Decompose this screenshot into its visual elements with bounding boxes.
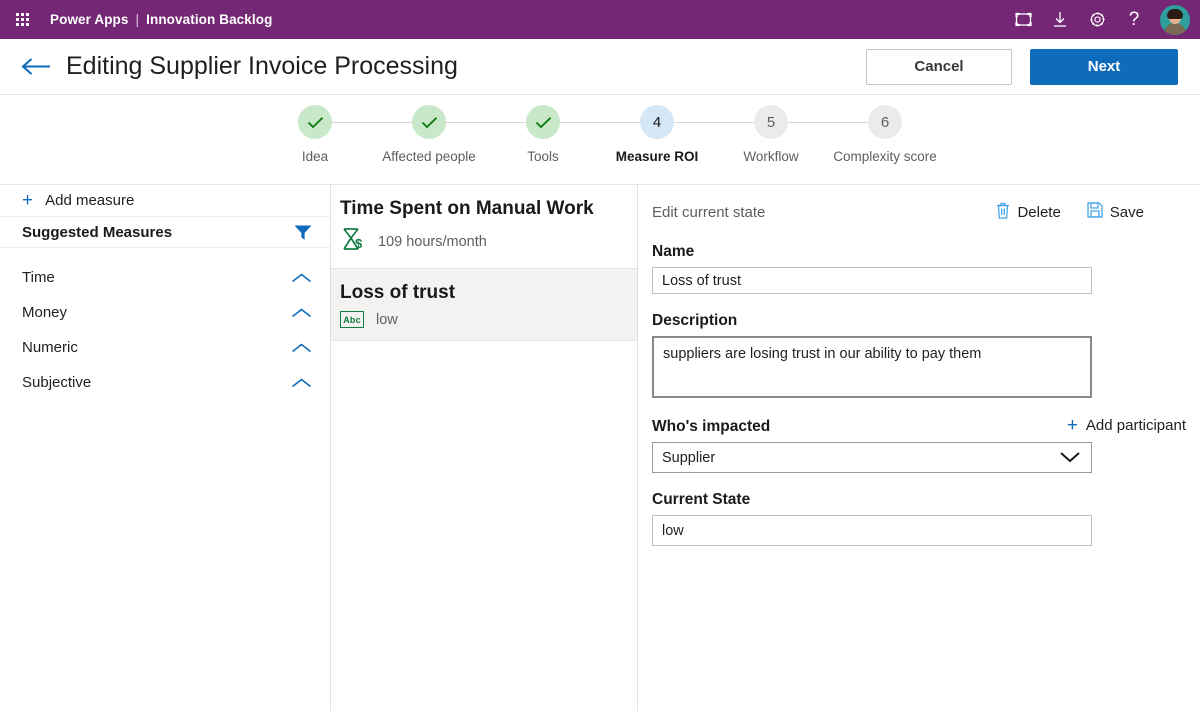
gear-icon[interactable]	[1080, 4, 1114, 36]
impacted-select[interactable]: Supplier	[652, 442, 1092, 473]
back-arrow-icon[interactable]	[18, 49, 54, 85]
step-label-measure-roi: Measure ROI	[615, 149, 699, 164]
step-circle-todo[interactable]: 6	[868, 105, 902, 139]
suite-icon-group: ?	[1006, 4, 1190, 36]
step-idea[interactable]: Idea	[258, 105, 429, 165]
trash-icon	[996, 202, 1010, 223]
step-tools[interactable]: Tools	[486, 105, 657, 165]
app-name-label[interactable]: Innovation Backlog	[146, 12, 272, 27]
detail-section-title: Edit current state	[652, 203, 766, 221]
impacted-field-label: Who's impacted	[652, 418, 771, 435]
add-measure-button[interactable]: + Add measure	[0, 185, 330, 217]
category-time[interactable]: Time	[0, 260, 330, 295]
plus-icon: +	[22, 190, 34, 211]
save-floppy-icon	[1087, 202, 1103, 222]
svg-text:$: $	[355, 236, 363, 251]
measure-card-loss-of-trust[interactable]: Loss of trust Abc low	[331, 269, 637, 341]
category-label: Money	[22, 304, 68, 321]
content-area: + Add measure Suggested Measures Time Mo…	[0, 185, 1200, 711]
brand-label[interactable]: Power Apps	[50, 12, 129, 27]
step-label-idea: Idea	[301, 149, 329, 164]
avatar-hair	[1167, 8, 1183, 19]
step-label-tools: Tools	[527, 149, 559, 164]
current-state-field-label: Current State	[652, 491, 751, 508]
step-circle-todo[interactable]: 5	[754, 105, 788, 139]
step-circle-active[interactable]: 4	[640, 105, 674, 139]
current-state-input[interactable]	[652, 515, 1092, 546]
help-icon[interactable]: ?	[1117, 4, 1151, 36]
step-complexity-score[interactable]: 6 Complexity score	[828, 105, 942, 165]
step-circle-done[interactable]	[298, 105, 332, 139]
plus-icon: +	[1066, 415, 1078, 436]
step-affected-people[interactable]: Affected people	[372, 105, 543, 165]
hourglass-money-icon: $	[340, 227, 366, 256]
chevron-up-icon[interactable]	[291, 377, 312, 389]
save-button[interactable]: Save	[1087, 202, 1144, 222]
name-input[interactable]	[652, 267, 1092, 294]
impacted-field-row: Who's impacted + Add participant	[652, 416, 1186, 436]
category-label: Numeric	[22, 339, 78, 356]
suggested-measures-title: Suggested Measures	[22, 223, 173, 241]
category-numeric[interactable]: Numeric	[0, 330, 330, 365]
chevron-up-icon[interactable]	[291, 307, 312, 319]
measure-value-row: $ 109 hours/month	[340, 227, 623, 256]
delete-label: Delete	[1017, 203, 1061, 221]
brand-separator: |	[135, 12, 140, 27]
add-measure-label: Add measure	[45, 192, 135, 209]
suite-brand: Power Apps | Innovation Backlog	[50, 12, 272, 27]
delete-button[interactable]: Delete	[996, 202, 1061, 223]
step-workflow[interactable]: 5 Workflow	[714, 105, 885, 165]
avatar[interactable]	[1160, 4, 1190, 35]
measure-card-time-spent[interactable]: Time Spent on Manual Work $ 109 hours/mo…	[331, 185, 637, 269]
step-circle-done[interactable]	[412, 105, 446, 139]
avatar-body	[1164, 22, 1186, 35]
suite-bar: Power Apps | Innovation Backlog ?	[0, 0, 1200, 39]
measure-category-list: Time Money Numeric Subjective	[0, 248, 330, 400]
page-title: Editing Supplier Invoice Processing	[66, 52, 458, 80]
add-participant-label: Add participant	[1085, 417, 1186, 434]
cancel-button[interactable]: Cancel	[866, 48, 1012, 85]
chevron-up-icon[interactable]	[291, 272, 312, 284]
description-field-label: Description	[652, 312, 738, 329]
fullscreen-icon[interactable]	[1006, 4, 1040, 36]
save-label: Save	[1109, 203, 1144, 221]
category-money[interactable]: Money	[0, 295, 330, 330]
measure-name: Loss of trust	[340, 282, 456, 303]
download-icon[interactable]	[1043, 4, 1077, 36]
filter-icon[interactable]	[294, 224, 312, 241]
measure-value-row: Abc low	[340, 311, 623, 328]
app-launcher-icon[interactable]	[8, 6, 36, 34]
impacted-select-wrapper: Supplier	[652, 442, 1092, 473]
abc-text-icon: Abc	[340, 311, 364, 328]
next-button[interactable]: Next	[1030, 48, 1178, 85]
detail-header: Edit current state Delete Save	[638, 199, 1200, 225]
step-label-workflow: Workflow	[743, 149, 799, 164]
measure-name: Time Spent on Manual Work	[340, 198, 594, 219]
measure-value: low	[376, 311, 398, 328]
measures-sidebar: + Add measure Suggested Measures Time Mo…	[0, 185, 331, 711]
category-label: Time	[22, 269, 55, 286]
suggested-measures-header: Suggested Measures	[0, 217, 330, 248]
stepper-steps: Idea Affected people Tools 4 Measure ROI…	[258, 105, 942, 184]
add-participant-button[interactable]: + Add participant	[1067, 416, 1186, 435]
category-label: Subjective	[22, 374, 92, 391]
step-label-affected-people: Affected people	[382, 149, 476, 164]
name-field-label: Name	[652, 243, 695, 260]
measure-value: 109 hours/month	[378, 233, 487, 250]
chevron-up-icon[interactable]	[291, 342, 312, 354]
description-textarea[interactable]: suppliers are losing trust in our abilit…	[652, 336, 1092, 398]
wizard-stepper: Idea Affected people Tools 4 Measure ROI…	[0, 95, 1200, 185]
step-circle-done[interactable]	[526, 105, 560, 139]
command-bar: Editing Supplier Invoice Processing Canc…	[0, 39, 1200, 95]
step-measure-roi[interactable]: 4 Measure ROI	[600, 105, 771, 165]
measure-list-panel: Time Spent on Manual Work $ 109 hours/mo…	[331, 185, 638, 711]
app-root: Power Apps | Innovation Backlog ? Editin…	[0, 0, 1200, 711]
step-label-complexity-score: Complexity score	[833, 149, 937, 164]
category-subjective[interactable]: Subjective	[0, 365, 330, 400]
measure-detail-panel: Edit current state Delete Save Name Loss…	[638, 185, 1200, 711]
